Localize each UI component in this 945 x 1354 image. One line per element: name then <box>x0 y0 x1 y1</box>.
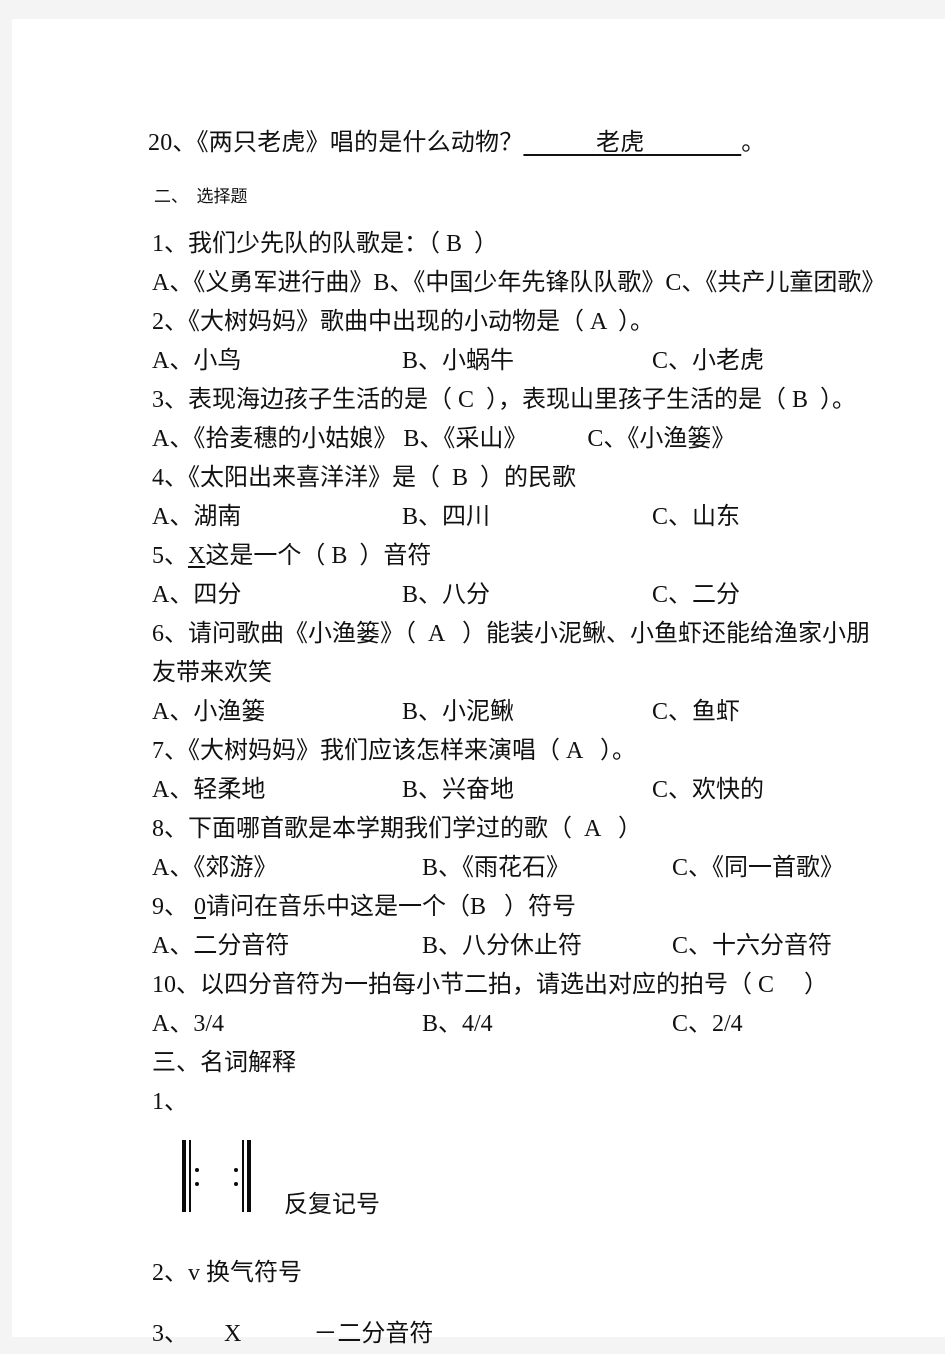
question-9-stem: 9、 0请问在音乐中这是一个（B ）符号 <box>152 888 892 927</box>
question-20-blank-lead <box>523 130 596 156</box>
question-6-options: A、小渔篓 B、小泥鳅 C、鱼虾 <box>152 693 892 732</box>
section-3-item-1-number: 1、 <box>152 1089 188 1115</box>
question-20-blank-trail <box>644 130 741 156</box>
question-2-option-c: C、小老虎 <box>652 348 765 374</box>
question-4-option-b: B、四川 <box>402 504 491 530</box>
question-8-options: A、《郊游》 B、《雨花石》 C、《同一首歌》 <box>152 849 892 888</box>
question-20-answer: 老虎 <box>596 130 645 156</box>
question-10-options: A、3/4 B、4/4 C、2/4 <box>152 1005 892 1044</box>
section-3-item-3: 3、 X －二分音符 <box>132 1315 892 1354</box>
section-3-item-3-number: 3、 <box>152 1321 176 1347</box>
document-page: 20、《两只老虎》唱的是什么动物？ 老虎 。 二、 选择题 1、我们少先队的队歌… <box>12 19 945 1347</box>
question-4-options: A、湖南 B、四川 C、山东 <box>152 498 892 537</box>
question-1-stem: 1、我们少先队的队歌是：（ B ） <box>152 231 499 257</box>
question-7-stem: 7、《大树妈妈》我们应该怎样来演唱（ A ）。 <box>152 738 637 764</box>
spacer-after-repeat <box>132 1240 892 1254</box>
repeat-start-dot-lower <box>195 1182 199 1186</box>
question-9-rest-symbol: 0 <box>194 894 206 920</box>
question-10-option-b: B、4/4 <box>422 1011 493 1037</box>
section-3-item-2-number: 2、 <box>152 1260 188 1286</box>
question-20-period: 。 <box>741 130 766 156</box>
question-3-stem: 3、表现海边孩子生活的是（ C ），表现山里孩子生活的是（ B ）。A、《拾麦穗… <box>152 387 857 452</box>
repeat-end-dot-upper <box>234 1168 238 1172</box>
section-3-item-3-text: X －二分音符 <box>176 1321 434 1347</box>
section-3-item-2: 2、v 换气符号 <box>132 1254 892 1293</box>
section-2-title: 选择题 <box>196 187 248 206</box>
question-6-option-a: A、小渔篓 <box>152 699 266 725</box>
question-8-option-c: C、《同一首歌》 <box>672 855 845 881</box>
question-2-option-a: A、小鸟 <box>152 348 242 374</box>
question-7-options: A、轻柔地 B、兴奋地 C、欢快的 <box>152 771 892 810</box>
question-10-option-a: A、3/4 <box>152 1011 224 1037</box>
section-2-number: 二、 <box>154 187 180 206</box>
question-4-option-a: A、湖南 <box>152 504 242 530</box>
question-9-option-a: A、二分音符 <box>152 933 290 959</box>
question-7-option-c: C、欢快的 <box>652 777 765 803</box>
question-5-number: 5、 <box>152 543 188 569</box>
question-5-note-symbol: X <box>188 543 206 569</box>
question-1-options: A、《义勇军进行曲》B、《中国少年先锋队队歌》C、《共产儿童团歌》 <box>152 270 886 296</box>
question-7-option-a: A、轻柔地 <box>152 777 266 803</box>
question-5-option-c: C、二分 <box>652 582 741 608</box>
section-3-heading: 三、名词解释 <box>152 1050 296 1076</box>
question-9-text: 请问在音乐中这是一个（B ）符号 <box>206 894 577 920</box>
section-2-body: 1、我们少先队的队歌是：（ B ） A、《义勇军进行曲》B、《中国少年先锋队队歌… <box>132 225 892 1044</box>
repeat-start-dot-upper <box>195 1168 199 1172</box>
spacer-after-item-2 <box>132 1293 892 1315</box>
repeat-start-icon <box>180 1140 206 1212</box>
question-20-stem: 《两只老虎》唱的是什么动物？ <box>196 130 524 156</box>
question-9-option-b: B、八分休止符 <box>422 933 583 959</box>
repeat-end-thin-bar <box>242 1140 244 1212</box>
repeat-end-icon <box>233 1140 259 1212</box>
question-9-number: 9、 <box>152 894 194 920</box>
question-10-stem: 10、以四分音符为一拍每小节二拍，请选出对应的拍号（ C ） <box>152 972 829 998</box>
question-4-stem: 4、《太阳出来喜洋洋》是（ B ）的民歌 <box>152 465 577 491</box>
repeat-sign-icon <box>180 1140 259 1212</box>
question-9-options: A、二分音符 B、八分休止符 C、十六分音符 <box>152 927 892 966</box>
question-2-stem: 2、《大树妈妈》歌曲中出现的小动物是（ A ）。 <box>152 309 655 335</box>
question-5-text: 这是一个（ B ）音符 <box>205 543 432 569</box>
repeat-sign-figure: 反复记号 <box>132 1122 892 1240</box>
question-2-options: A、小鸟 B、小蜗牛 C、小老虎 <box>152 342 892 381</box>
question-20-number: 20、 <box>148 130 197 156</box>
question-6-stem: 6、请问歌曲《小渔篓》（ A ）能装小泥鳅、小鱼虾还能给渔家小朋友带来欢笑 <box>152 621 871 686</box>
question-5-options: A、四分 B、八分 C、二分 <box>152 576 892 615</box>
question-2-option-b: B、小蜗牛 <box>402 348 515 374</box>
section-2-heading: 二、 选择题 <box>132 179 892 215</box>
question-4-option-c: C、山东 <box>652 504 741 530</box>
question-6-option-c: C、鱼虾 <box>652 699 741 725</box>
document-content: 20、《两只老虎》唱的是什么动物？ 老虎 。 二、 选择题 1、我们少先队的队歌… <box>132 123 892 1354</box>
question-5-option-a: A、四分 <box>152 582 242 608</box>
question-7-option-b: B、兴奋地 <box>402 777 515 803</box>
question-10-option-c: C、2/4 <box>672 1011 743 1037</box>
fill-in-question-20: 20、《两只老虎》唱的是什么动物？ 老虎 。 <box>132 123 892 163</box>
question-8-stem: 8、下面哪首歌是本学期我们学过的歌（ A ） <box>152 816 643 842</box>
repeat-start-thin-bar <box>189 1140 191 1212</box>
question-6-option-b: B、小泥鳅 <box>402 699 515 725</box>
question-9-option-c: C、十六分音符 <box>672 933 833 959</box>
repeat-sign-label: 反复记号 <box>284 1192 380 1218</box>
question-8-option-b: B、《雨花石》 <box>422 855 571 881</box>
question-5-stem: 5、X这是一个（ B ）音符 <box>152 537 892 576</box>
repeat-end-dot-lower <box>234 1182 238 1186</box>
question-8-option-a: A、《郊游》 <box>152 855 278 881</box>
section-3-item-2-text: v 换气符号 <box>188 1260 302 1286</box>
repeat-end-thick-bar <box>247 1140 251 1212</box>
question-5-option-b: B、八分 <box>402 582 491 608</box>
repeat-start-thick-bar <box>182 1140 186 1212</box>
